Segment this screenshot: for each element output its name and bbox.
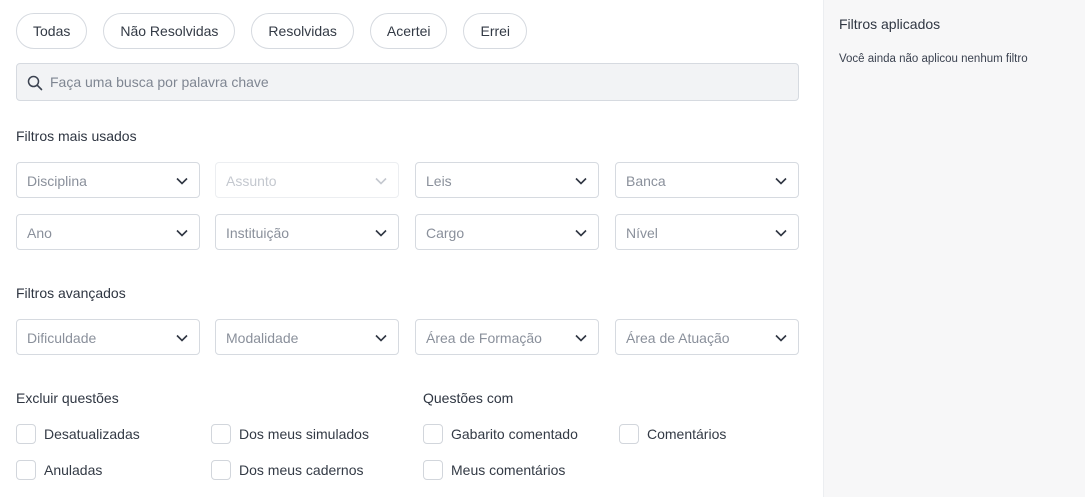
- pill-todas[interactable]: Todas: [16, 13, 88, 49]
- select-ano[interactable]: Ano: [16, 214, 200, 250]
- checkbox-box[interactable]: [211, 460, 231, 480]
- section-title-filtros-mais-usados: Filtros mais usados: [16, 128, 137, 144]
- checkbox-anuladas[interactable]: Anuladas: [16, 460, 102, 480]
- select-banca[interactable]: Banca: [615, 162, 799, 198]
- select-label: Dificuldade: [27, 330, 97, 346]
- search-box: [16, 63, 799, 101]
- checkbox-label: Dos meus cadernos: [239, 462, 364, 478]
- section-title-filtros-avancados: Filtros avançados: [16, 285, 126, 301]
- checkbox-box[interactable]: [423, 424, 443, 444]
- select-label: Cargo: [426, 225, 465, 241]
- checkbox-box[interactable]: [619, 424, 639, 444]
- select-label: Área de Atuação: [626, 330, 730, 346]
- checkbox-dos-meus-cadernos[interactable]: Dos meus cadernos: [211, 460, 364, 480]
- chevron-down-icon: [575, 177, 587, 185]
- checkbox-label: Anuladas: [44, 462, 103, 478]
- status-filter-pills: Todas Não Resolvidas Resolvidas Acertei …: [16, 13, 528, 49]
- select-label: Área de Formação: [426, 330, 542, 346]
- select-leis[interactable]: Leis: [415, 162, 599, 198]
- chevron-down-icon: [775, 177, 787, 185]
- chevron-down-icon: [575, 229, 587, 237]
- chevron-down-icon: [375, 334, 387, 342]
- chevron-down-icon: [375, 177, 387, 185]
- checkbox-label: Gabarito comentado: [451, 426, 578, 442]
- select-label: Banca: [626, 173, 666, 189]
- pill-errei[interactable]: Errei: [463, 13, 528, 49]
- select-label: Assunto: [226, 173, 277, 189]
- pill-nao-resolvidas[interactable]: Não Resolvidas: [103, 13, 236, 49]
- checkbox-label: Desatualizadas: [44, 426, 140, 442]
- checkbox-comentarios[interactable]: Comentários: [619, 424, 726, 444]
- section-title-questoes-com: Questões com: [423, 390, 514, 406]
- checkbox-dos-meus-simulados[interactable]: Dos meus simulados: [211, 424, 369, 444]
- select-assunto: Assunto: [215, 162, 399, 198]
- select-label: Disciplina: [27, 173, 87, 189]
- select-nivel[interactable]: Nível: [615, 214, 799, 250]
- checkbox-label: Comentários: [647, 426, 727, 442]
- checkbox-gabarito-comentado[interactable]: Gabarito comentado: [423, 424, 578, 444]
- select-cargo[interactable]: Cargo: [415, 214, 599, 250]
- checkbox-label: Meus comentários: [451, 462, 566, 478]
- checkbox-box[interactable]: [16, 460, 36, 480]
- section-title-excluir-questoes: Excluir questões: [16, 390, 119, 406]
- chevron-down-icon: [775, 334, 787, 342]
- search-icon: [27, 75, 43, 91]
- chevron-down-icon: [176, 334, 188, 342]
- select-dificuldade[interactable]: Dificuldade: [16, 319, 200, 355]
- chevron-down-icon: [176, 229, 188, 237]
- select-area-de-atuacao[interactable]: Área de Atuação: [615, 319, 799, 355]
- select-area-de-formacao[interactable]: Área de Formação: [415, 319, 599, 355]
- select-disciplina[interactable]: Disciplina: [16, 162, 200, 198]
- select-instituicao[interactable]: Instituição: [215, 214, 399, 250]
- applied-filters-empty-text: Você ainda não aplicou nenhum filtro: [839, 53, 1028, 65]
- select-label: Leis: [426, 173, 452, 189]
- search-input[interactable]: [50, 64, 790, 100]
- select-label: Nível: [626, 225, 658, 241]
- pill-acertei[interactable]: Acertei: [369, 13, 448, 49]
- checkbox-box[interactable]: [423, 460, 443, 480]
- chevron-down-icon: [176, 177, 188, 185]
- checkbox-box[interactable]: [211, 424, 231, 444]
- select-modalidade[interactable]: Modalidade: [215, 319, 399, 355]
- pill-resolvidas[interactable]: Resolvidas: [251, 13, 354, 49]
- checkbox-box[interactable]: [16, 424, 36, 444]
- chevron-down-icon: [575, 334, 587, 342]
- checkbox-meus-comentarios[interactable]: Meus comentários: [423, 460, 565, 480]
- select-label: Ano: [27, 225, 52, 241]
- filters-panel: Todas Não Resolvidas Resolvidas Acertei …: [0, 0, 823, 497]
- applied-filters-sidebar: Filtros aplicados Você ainda não aplicou…: [823, 0, 1085, 497]
- checkbox-desatualizadas[interactable]: Desatualizadas: [16, 424, 140, 444]
- applied-filters-title: Filtros aplicados: [839, 16, 941, 32]
- chevron-down-icon: [775, 229, 787, 237]
- select-label: Instituição: [226, 225, 290, 241]
- select-label: Modalidade: [226, 330, 299, 346]
- chevron-down-icon: [375, 229, 387, 237]
- checkbox-label: Dos meus simulados: [239, 426, 369, 442]
